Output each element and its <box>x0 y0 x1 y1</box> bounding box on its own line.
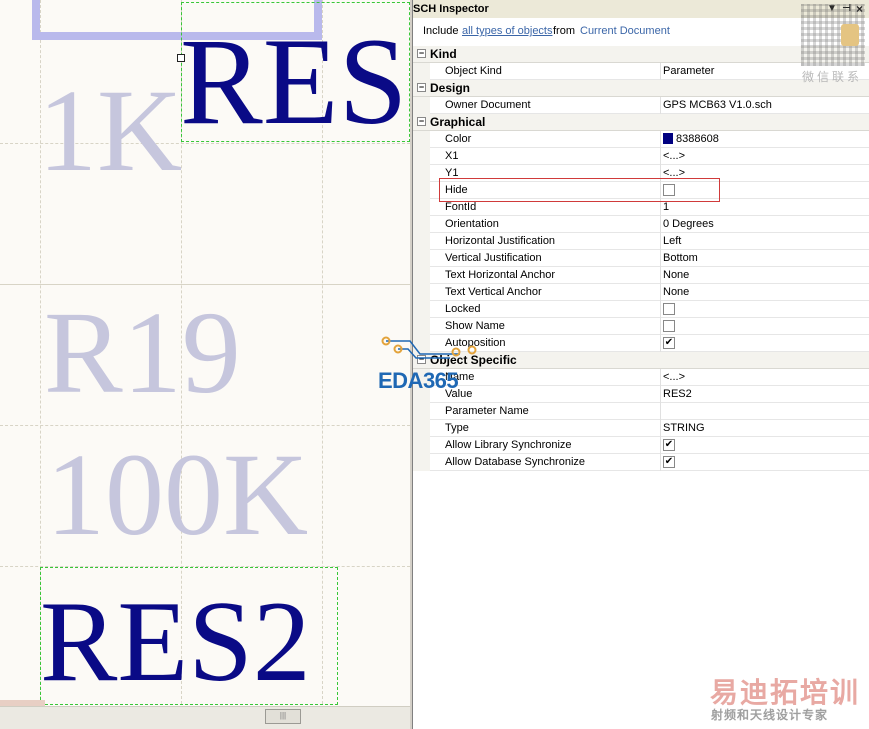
property-name: Locked <box>445 303 481 315</box>
property-name: Owner Document <box>445 99 531 111</box>
tagline-watermark: 射频和天线设计专家 <box>711 708 829 722</box>
property-value[interactable]: Parameter <box>663 63 714 80</box>
property-name: Orientation <box>445 218 499 230</box>
property-name: Type <box>445 422 469 434</box>
property-value[interactable]: RES2 <box>663 386 692 403</box>
property-row-value[interactable]: Value RES2 <box>413 386 869 403</box>
qr-logo-icon <box>841 24 859 46</box>
color-value-text: 8388608 <box>676 133 719 145</box>
parameter-text-res2[interactable]: RES2 <box>40 584 311 700</box>
include-label: Include <box>423 25 459 37</box>
property-name: X1 <box>445 150 459 162</box>
collapse-icon[interactable]: − <box>417 49 426 58</box>
qr-caption: 微信联系 <box>802 70 863 84</box>
document-scope-link[interactable]: Current Document <box>580 18 670 44</box>
property-value[interactable]: 8388608 <box>663 131 719 148</box>
grid-line <box>0 284 410 285</box>
parameter-text-1k[interactable]: 1K <box>38 72 182 190</box>
category-graphical[interactable]: − Graphical <box>413 114 869 131</box>
property-value[interactable]: GPS MCB63 V1.0.sch <box>663 97 772 114</box>
category-design[interactable]: − Design <box>413 80 869 97</box>
property-name: Object Kind <box>445 65 502 77</box>
comment-text-100k[interactable]: 100K <box>46 436 308 554</box>
property-grid: − Kind Object Kind Parameter − Design Ow… <box>413 46 869 471</box>
color-swatch[interactable] <box>663 133 673 144</box>
property-row-locked[interactable]: Locked <box>413 301 869 318</box>
property-row-orientation[interactable]: Orientation 0 Degrees <box>413 216 869 233</box>
property-row-vertical-justification[interactable]: Vertical Justification Bottom <box>413 250 869 267</box>
scrollbar-thumb[interactable]: ||| <box>265 709 301 724</box>
property-row-owner-document[interactable]: Owner Document GPS MCB63 V1.0.sch <box>413 97 869 114</box>
category-object-specific[interactable]: − Object Specific <box>413 352 869 369</box>
show-name-checkbox[interactable] <box>663 320 675 332</box>
property-name: Color <box>445 133 472 145</box>
property-row-name[interactable]: Name <...> <box>413 369 869 386</box>
horizontal-scrollbar[interactable]: ||| <box>0 706 410 729</box>
property-row-x1[interactable]: X1 <...> <box>413 148 869 165</box>
allow-library-sync-checkbox[interactable]: ✔ <box>663 439 675 451</box>
property-name: Allow Database Synchronize <box>445 456 586 468</box>
eda-circuit-icon <box>381 336 477 359</box>
grid-line <box>0 425 410 426</box>
object-types-link[interactable]: all types of objects <box>462 18 553 44</box>
category-label: Graphical <box>430 115 486 129</box>
property-value[interactable]: Left <box>663 233 681 250</box>
property-name: Allow Library Synchronize <box>445 439 572 451</box>
category-label: Kind <box>430 47 457 61</box>
property-value[interactable]: STRING <box>663 420 705 437</box>
qr-code-watermark <box>801 4 865 66</box>
schematic-canvas[interactable]: RES 1K R19 100K RES2 ||| <box>0 0 410 729</box>
property-row-text-horizontal-anchor[interactable]: Text Horizontal Anchor None <box>413 267 869 284</box>
property-value[interactable]: None <box>663 284 689 301</box>
collapse-icon[interactable]: − <box>417 83 426 92</box>
property-row-allow-database-synchronize[interactable]: Allow Database Synchronize ✔ <box>413 454 869 471</box>
property-name: Text Vertical Anchor <box>445 286 542 298</box>
property-row-text-vertical-anchor[interactable]: Text Vertical Anchor None <box>413 284 869 301</box>
property-name: Parameter Name <box>445 405 529 417</box>
panel-title: SCH Inspector <box>413 3 489 15</box>
brand-watermark: 易迪拓培训 <box>710 677 861 708</box>
sch-inspector-panel: SCH Inspector ▼ ⊣ × Include all types of… <box>413 0 869 729</box>
hide-row-highlight <box>439 178 720 202</box>
designator-text-r19[interactable]: R19 <box>44 294 241 412</box>
property-row-horizontal-justification[interactable]: Horizontal Justification Left <box>413 233 869 250</box>
eda365-logo: EDA365 <box>378 368 459 393</box>
property-name: Show Name <box>445 320 505 332</box>
property-name: Horizontal Justification <box>445 235 556 247</box>
locked-checkbox[interactable] <box>663 303 675 315</box>
property-row-parameter-name[interactable]: Parameter Name <box>413 403 869 420</box>
collapse-icon[interactable]: − <box>417 117 426 126</box>
property-value[interactable]: None <box>663 267 689 284</box>
property-row-allow-library-synchronize[interactable]: Allow Library Synchronize ✔ <box>413 437 869 454</box>
property-value[interactable]: Bottom <box>663 250 698 267</box>
property-name: Vertical Justification <box>445 252 542 264</box>
property-row-type[interactable]: Type STRING <box>413 420 869 437</box>
property-row-show-name[interactable]: Show Name <box>413 318 869 335</box>
property-name: Text Horizontal Anchor <box>445 269 556 281</box>
property-row-color[interactable]: Color 8388608 <box>413 131 869 148</box>
property-row-autoposition[interactable]: Autoposition ✔ <box>413 335 869 352</box>
parameter-text-res[interactable]: RES <box>180 20 407 144</box>
property-value[interactable]: 0 Degrees <box>663 216 714 233</box>
from-label: from <box>553 25 575 37</box>
property-value[interactable]: <...> <box>663 148 685 165</box>
autoposition-checkbox[interactable]: ✔ <box>663 337 675 349</box>
category-label: Design <box>430 81 471 95</box>
property-value[interactable]: <...> <box>663 369 685 386</box>
allow-database-sync-checkbox[interactable]: ✔ <box>663 456 675 468</box>
